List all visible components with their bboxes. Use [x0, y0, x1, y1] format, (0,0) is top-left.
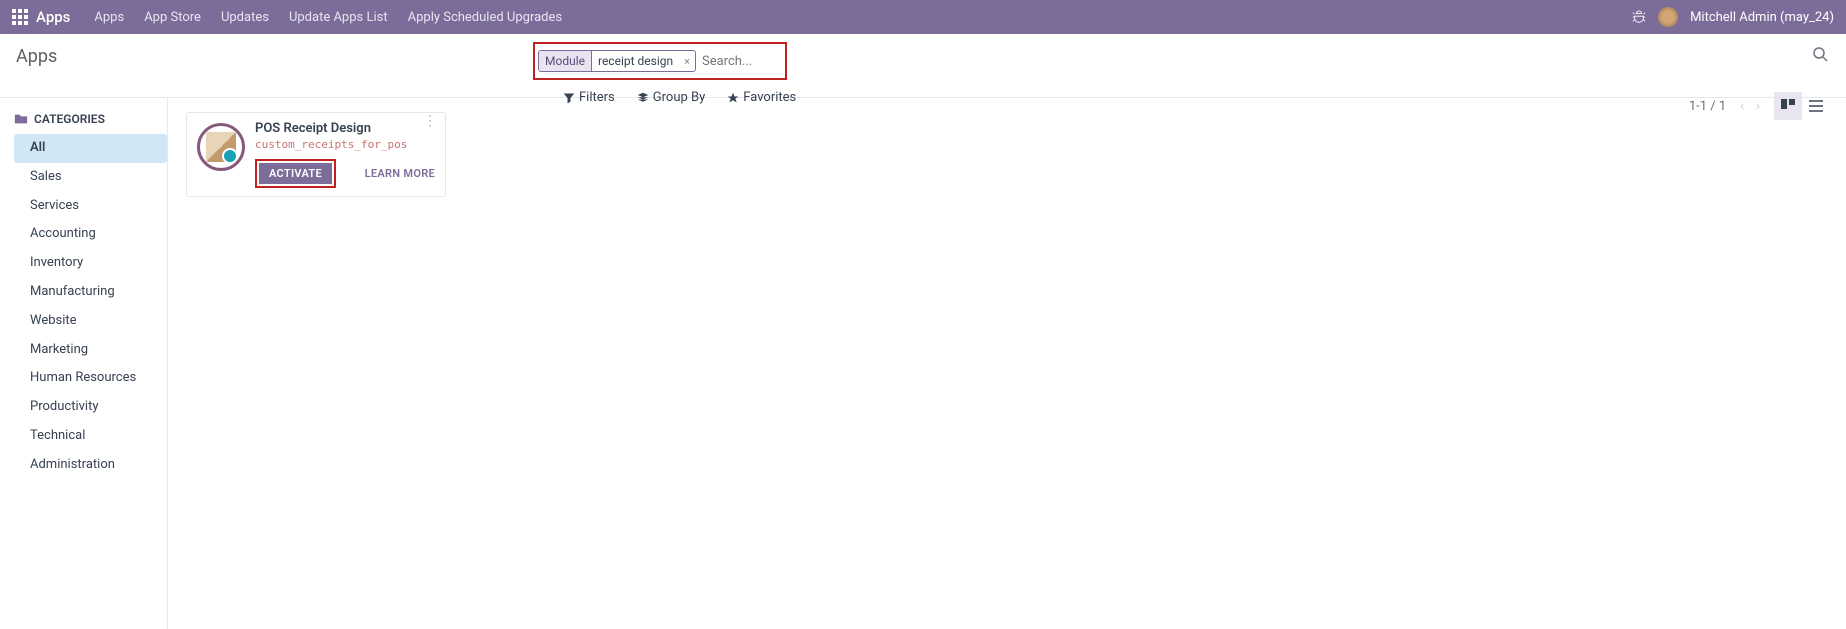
- sidebar-item-human-resources[interactable]: Human Resources: [14, 364, 167, 393]
- sidebar-item-all[interactable]: All: [14, 134, 167, 163]
- debug-icon[interactable]: [1632, 10, 1646, 24]
- pager-text: 1-1 / 1: [1689, 99, 1726, 114]
- star-icon: [727, 92, 739, 104]
- list-icon: [1809, 99, 1823, 113]
- list-view-button[interactable]: [1802, 92, 1830, 120]
- apps-grid-icon[interactable]: [12, 9, 28, 25]
- facet-remove-icon[interactable]: ×: [679, 55, 695, 68]
- search-tools: Filters Group By Favorites: [563, 90, 1313, 105]
- search-input[interactable]: [702, 54, 782, 69]
- nav-apps[interactable]: Apps: [94, 10, 124, 25]
- kanban-view-button[interactable]: [1774, 92, 1802, 120]
- app-icon: [197, 123, 245, 171]
- nav-updates[interactable]: Updates: [221, 10, 269, 25]
- top-nav-menu: Apps App Store Updates Update Apps List …: [94, 10, 1632, 25]
- app-card[interactable]: ⋮ POS Receipt Design custom_receipts_for…: [186, 112, 446, 197]
- sidebar-item-services[interactable]: Services: [14, 192, 167, 221]
- nav-app-store[interactable]: App Store: [144, 10, 201, 25]
- layers-icon: [637, 92, 649, 104]
- search-icon[interactable]: [1812, 46, 1828, 62]
- category-list: All Sales Services Accounting Inventory …: [14, 134, 167, 480]
- control-panel: Apps Module receipt design × Filters: [0, 34, 1846, 98]
- facet-value: receipt design: [592, 51, 679, 71]
- nav-update-apps-list[interactable]: Update Apps List: [289, 10, 388, 25]
- sidebar-item-marketing[interactable]: Marketing: [14, 336, 167, 365]
- sidebar-item-manufacturing[interactable]: Manufacturing: [14, 278, 167, 307]
- search-highlight-box: Module receipt design ×: [533, 42, 787, 80]
- receipt-icon: [206, 132, 236, 162]
- funnel-icon: [563, 92, 575, 104]
- favorites-button[interactable]: Favorites: [727, 90, 796, 105]
- sidebar-header-label: CATEGORIES: [34, 112, 105, 126]
- activate-button[interactable]: ACTIVATE: [259, 163, 332, 184]
- user-name[interactable]: Mitchell Admin (may_24): [1690, 10, 1834, 25]
- filters-label: Filters: [579, 90, 615, 105]
- sidebar-item-inventory[interactable]: Inventory: [14, 249, 167, 278]
- kanban-icon: [1781, 99, 1795, 113]
- folder-icon: [14, 112, 28, 126]
- control-panel-right: 1-1 / 1 ‹ ›: [1689, 74, 1830, 138]
- search-box[interactable]: Module receipt design ×: [538, 47, 782, 75]
- learn-more-link[interactable]: LEARN MORE: [365, 167, 435, 180]
- sidebar-item-administration[interactable]: Administration: [14, 451, 167, 480]
- groupby-label: Group By: [653, 90, 706, 105]
- nav-apply-scheduled-upgrades[interactable]: Apply Scheduled Upgrades: [408, 10, 563, 25]
- sidebar-item-sales[interactable]: Sales: [14, 163, 167, 192]
- app-name: POS Receipt Design: [255, 121, 435, 136]
- app-brand[interactable]: Apps: [36, 8, 70, 26]
- card-menu-icon[interactable]: ⋮: [423, 119, 437, 125]
- sidebar-item-accounting[interactable]: Accounting: [14, 220, 167, 249]
- filters-button[interactable]: Filters: [563, 90, 615, 105]
- user-avatar[interactable]: [1658, 7, 1678, 27]
- app-technical-name: custom_receipts_for_pos: [255, 138, 435, 151]
- sidebar-item-productivity[interactable]: Productivity: [14, 393, 167, 422]
- favorites-label: Favorites: [743, 90, 796, 105]
- pager-prev-icon[interactable]: ‹: [1736, 97, 1748, 116]
- groupby-button[interactable]: Group By: [637, 90, 706, 105]
- activate-highlight-box: ACTIVATE: [255, 159, 336, 188]
- facet-label: Module: [539, 51, 592, 71]
- search-facet: Module receipt design ×: [538, 50, 696, 72]
- main-area: CATEGORIES All Sales Services Accounting…: [0, 98, 1846, 629]
- pager-next-icon[interactable]: ›: [1752, 97, 1764, 116]
- sidebar-item-website[interactable]: Website: [14, 307, 167, 336]
- content-area: ⋮ POS Receipt Design custom_receipts_for…: [168, 98, 1846, 629]
- sidebar-header: CATEGORIES: [14, 112, 167, 126]
- sidebar-item-technical[interactable]: Technical: [14, 422, 167, 451]
- breadcrumb-title: Apps: [16, 42, 57, 67]
- sidebar: CATEGORIES All Sales Services Accounting…: [0, 98, 168, 629]
- top-navbar: Apps Apps App Store Updates Update Apps …: [0, 0, 1846, 34]
